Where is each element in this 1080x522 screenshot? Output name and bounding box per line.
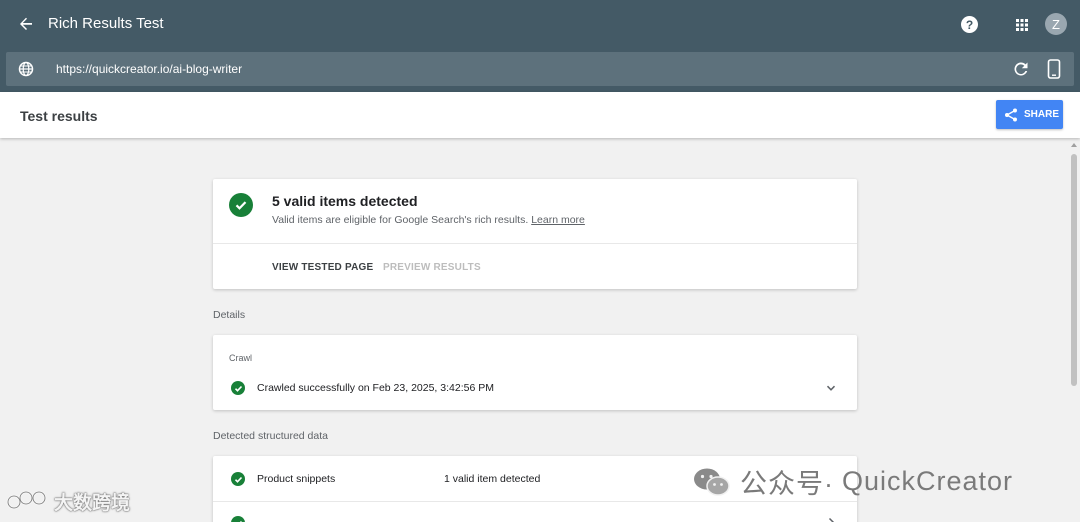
share-icon [1005,108,1017,121]
share-label: SHARE [1024,109,1060,120]
results-toolbar: Test results SHARE [0,92,1080,138]
structured-data-heading: Detected structured data [213,430,328,442]
top-bar: Rich Results Test ? Z [0,0,1080,50]
page-title: Test results [20,108,98,124]
chevron-down-icon[interactable] [825,382,837,394]
scrollbar-thumb[interactable] [1071,154,1077,386]
wechat-icon [694,468,730,496]
summary-card: 5 valid items detected Valid items are e… [213,179,857,289]
avatar[interactable]: Z [1045,13,1067,35]
structured-data-count: 1 valid item detected [444,473,541,485]
check-circle-icon [231,516,245,522]
crawl-label: Crawl [229,353,253,363]
watermark-left-text: 大数跨境 [54,493,131,514]
share-button[interactable]: SHARE [996,100,1063,129]
crawl-status: Crawled successfully on Feb 23, 2025, 3:… [257,382,494,394]
valid-items-title: 5 valid items detected [272,193,418,209]
scrollbar[interactable] [1068,140,1080,522]
view-tested-page-button[interactable]: VIEW TESTED PAGE [272,262,373,273]
globe-icon [18,61,34,77]
watermark-left: 大数跨境 [6,488,130,515]
check-circle-icon [231,472,245,486]
url-bar[interactable]: https://quickcreator.io/ai-blog-writer [6,52,1074,86]
watermark-wechat-label: 公众号· [740,469,834,499]
back-button[interactable] [14,12,38,36]
preview-results-button[interactable]: PREVIEW RESULTS [383,262,481,273]
smartphone-icon[interactable] [1047,59,1061,79]
check-circle-icon [229,193,253,217]
valid-items-description: Valid items are eligible for Google Sear… [272,214,585,226]
table-row[interactable] [213,502,857,522]
details-heading: Details [213,309,246,321]
watermark-brand: QuickCreator [842,466,1014,496]
check-circle-icon [231,381,245,395]
apps-grid-icon[interactable] [1014,17,1030,33]
reload-icon[interactable] [1012,60,1030,78]
back-arrow-icon [20,17,32,30]
app-title: Rich Results Test [48,15,164,32]
chevron-right-icon[interactable] [825,516,837,522]
watermark: 公众号· QuickCreator [692,462,1013,501]
url-text[interactable]: https://quickcreator.io/ai-blog-writer [56,62,242,76]
brand-logo-icon [6,490,47,509]
divider [213,243,857,244]
description-text: Valid items are eligible for Google Sear… [272,214,529,226]
structured-data-name: Product snippets [257,473,336,485]
crawl-card: Crawl Crawled successfully on Feb 23, 20… [213,335,857,410]
scroll-up-arrow-icon[interactable] [1071,143,1077,147]
help-icon[interactable]: ? [961,16,978,33]
learn-more-link[interactable]: Learn more [531,214,585,226]
app-header: Rich Results Test ? Z https://quickcreat… [0,0,1080,92]
